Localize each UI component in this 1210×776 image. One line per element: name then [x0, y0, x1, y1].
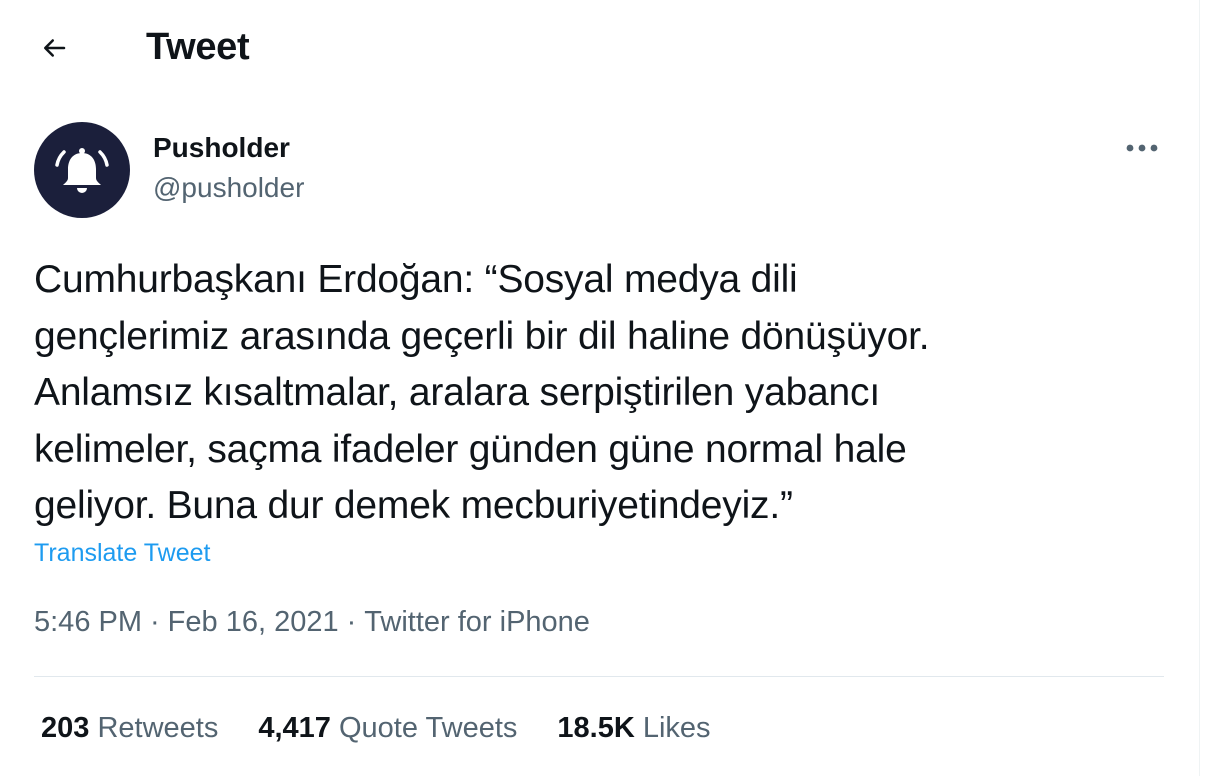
arrow-left-icon [44, 39, 66, 57]
tweet-source[interactable]: Twitter for iPhone [364, 606, 590, 638]
author-handle[interactable]: @pusholder [153, 171, 304, 205]
quote-tweets-label: Quote Tweets [338, 712, 518, 744]
back-button[interactable] [28, 22, 80, 74]
tweet-text-line: gençlerimiz arasında geçerli bir dil hal… [34, 314, 930, 358]
tweet-date[interactable]: Feb 16, 2021 [168, 606, 339, 638]
bell-icon [55, 148, 109, 193]
translate-tweet-link[interactable]: Translate Tweet [34, 537, 210, 569]
retweets-count: 203 [41, 712, 90, 744]
tweet-text-line: Anlamsız kısaltmalar, aralara serpiştiri… [34, 371, 880, 414]
quote-tweets-stat[interactable]: 4,417 Quote Tweets [258, 710, 517, 746]
meta-separator: · [150, 606, 160, 638]
likes-stat[interactable]: 18.5K Likes [557, 710, 710, 746]
page-title: Tweet [146, 26, 250, 68]
tweet-text: Cumhurbaşkanı Erdoğan: “Sosyal medya dil… [34, 252, 1164, 535]
likes-label: Likes [642, 712, 711, 744]
tweet-text-line: Cumhurbaşkanı Erdoğan: “Sosyal medya dil… [34, 258, 798, 301]
more-options-button[interactable] [1122, 128, 1162, 168]
avatar[interactable] [34, 122, 130, 218]
tweet-text-line: geliyor. Buna dur demek mecburiyetindeyi… [34, 484, 793, 527]
top-bar: Tweet [0, 0, 1199, 95]
tweet-text-line: kelimeler, saçma ifadeler günden güne no… [34, 427, 907, 471]
divider [34, 676, 1164, 677]
engagement-stats: 203 Retweets 4,417 Quote Tweets 18.5K Li… [41, 710, 711, 746]
tweet-metadata: 5:46 PM · Feb 16, 2021 · Twitter for iPhone [34, 604, 590, 640]
tweet-time[interactable]: 5:46 PM [34, 606, 142, 638]
likes-count: 18.5K [557, 712, 635, 744]
column-border [1199, 0, 1200, 776]
retweets-stat[interactable]: 203 Retweets [41, 710, 218, 746]
retweets-label: Retweets [97, 712, 219, 744]
author-display-name[interactable]: Pusholder [153, 131, 290, 165]
quote-tweets-count: 4,417 [258, 712, 331, 744]
meta-separator: · [346, 606, 357, 638]
ellipsis-icon [1126, 144, 1158, 152]
